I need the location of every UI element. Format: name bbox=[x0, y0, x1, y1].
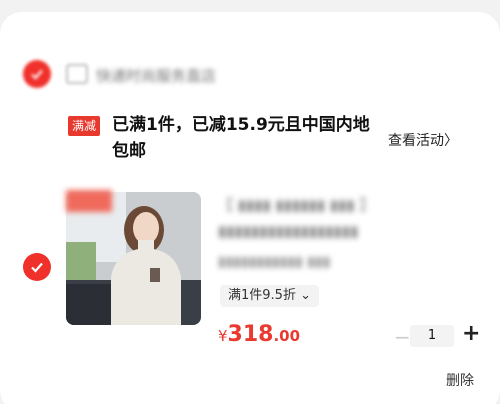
discount-label: 满1件9.5折 bbox=[228, 288, 296, 303]
product-spec[interactable]: ▮▮▮▮▮▮▮▮▮▮▮ ▮▮▮ bbox=[218, 254, 330, 270]
store-select-checkbox[interactable] bbox=[23, 60, 51, 88]
chevron-right-icon: 〉 bbox=[444, 133, 458, 149]
product-title[interactable]: 【 ▮▮▮▮ ▮▮▮▮▮▮ ▮▮▮ 】 ▮▮▮▮▮▮▮▮▮▮▮▮▮▮▮▮▮ bbox=[218, 192, 468, 244]
quantity-decrease-button[interactable]: − bbox=[394, 325, 411, 349]
price-decimal: .00 bbox=[273, 327, 301, 345]
delete-button[interactable]: 删除 bbox=[446, 370, 474, 390]
quantity-input[interactable]: 1 bbox=[410, 325, 454, 347]
promo-badge bbox=[66, 190, 112, 212]
discount-selector[interactable]: 满1件9.5折 ⌄ bbox=[220, 285, 319, 307]
store-name[interactable]: 快递时尚服务直店 bbox=[96, 65, 216, 86]
product-title-line1: 【 ▮▮▮▮ ▮▮▮▮▮▮ ▮▮▮ 】 bbox=[218, 196, 375, 214]
cart-card: 快递时尚服务直店 满减 已满1件，已减15.9元且中国内地包邮 查看活动〉 【 … bbox=[0, 12, 500, 404]
chevron-down-icon: ⌄ bbox=[300, 288, 311, 303]
quantity-increase-button[interactable]: + bbox=[462, 321, 480, 346]
checkmark-icon bbox=[31, 69, 43, 80]
promo-text: 已满1件，已减15.9元且中国内地包邮 bbox=[112, 115, 370, 161]
checkmark-icon bbox=[31, 262, 43, 273]
view-promo-link[interactable]: 查看活动〉 bbox=[388, 130, 458, 150]
promo-tag: 满减 bbox=[68, 116, 101, 136]
store-icon bbox=[66, 64, 88, 84]
price: ¥318.00 bbox=[218, 322, 300, 347]
product-title-line2: ▮▮▮▮▮▮▮▮▮▮▮▮▮▮▮▮▮ bbox=[218, 222, 359, 240]
item-select-checkbox[interactable] bbox=[23, 253, 51, 281]
price-currency: ¥ bbox=[218, 327, 228, 345]
view-promo-label: 查看活动 bbox=[388, 133, 444, 149]
price-integer: 318 bbox=[227, 322, 274, 347]
